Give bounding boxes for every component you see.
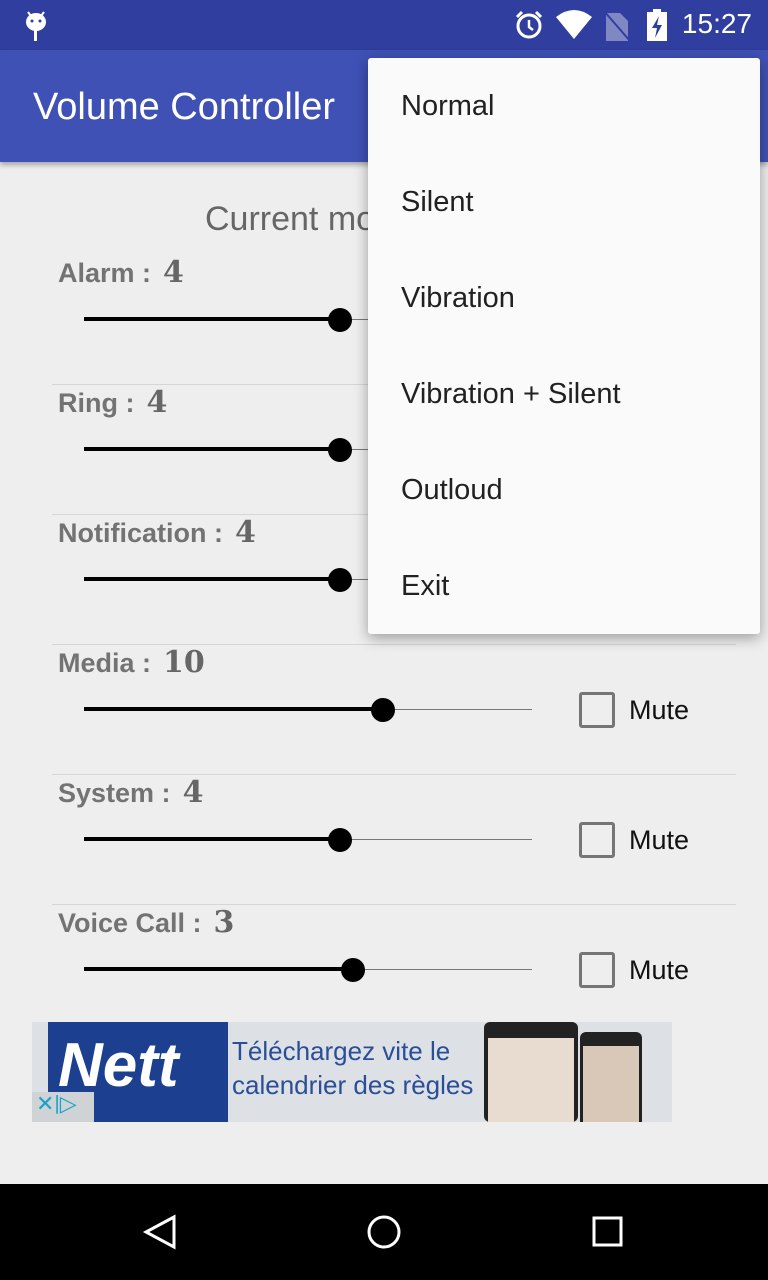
slider-fill	[84, 577, 340, 581]
stream-name: Alarm :	[58, 258, 152, 288]
slider-thumb[interactable]	[370, 698, 395, 722]
slider-fill	[84, 447, 340, 451]
volume-slider[interactable]	[84, 828, 532, 852]
mute-label: Mute	[629, 824, 690, 855]
stream-label: Notification : 4	[58, 515, 256, 550]
wifi-icon	[556, 10, 592, 39]
slider-fill	[84, 967, 353, 971]
slider-thumb[interactable]	[340, 958, 365, 982]
app-title: Volume Controller	[33, 86, 336, 128]
stream-label: Voice Call : 3	[58, 905, 234, 940]
back-icon[interactable]	[142, 1214, 178, 1250]
navigation-bar	[0, 1184, 768, 1280]
slider-thumb[interactable]	[328, 568, 352, 592]
clock: 15:27	[681, 8, 752, 39]
alarm-icon	[515, 10, 543, 39]
volume-slider[interactable]	[84, 698, 532, 722]
volume-row: Media : 10 Mute	[52, 645, 736, 775]
mute-label: Mute	[629, 694, 690, 725]
ad-phones-image	[484, 1022, 642, 1122]
menu-item-exit[interactable]: Exit	[368, 538, 760, 634]
mute-checkbox[interactable]: Mute	[579, 822, 689, 858]
overflow-menu: Normal Silent Vibration Vibration + Silent O…	[368, 58, 760, 634]
stream-value: 4	[234, 515, 256, 550]
slider-thumb[interactable]	[328, 308, 352, 332]
stream-value: 4	[146, 385, 168, 420]
stream-label: Media : 10	[58, 645, 205, 680]
mute-checkbox[interactable]: Mute	[579, 952, 689, 988]
slider-thumb[interactable]	[328, 828, 352, 852]
stream-name: Notification :	[58, 518, 223, 548]
menu-item-silent[interactable]: Silent	[368, 154, 760, 250]
ad-line-2: calendrier des règles	[232, 1070, 474, 1100]
volume-row: Voice Call : 3 Mute	[52, 905, 736, 1035]
slider-fill	[84, 837, 340, 841]
stream-value: 3	[213, 905, 235, 940]
menu-item-normal[interactable]: Normal	[368, 58, 760, 154]
stream-label: System : 4	[58, 775, 203, 810]
stream-value: 10	[163, 645, 205, 680]
recents-icon[interactable]	[592, 1216, 624, 1248]
ad-banner[interactable]: Nett Téléchargez vite le calendrier des r…	[32, 1022, 672, 1122]
slider-fill	[84, 317, 340, 321]
stream-label: Alarm : 4	[58, 255, 184, 290]
mute-label: Mute	[629, 954, 690, 985]
checkbox-box[interactable]	[579, 822, 615, 858]
battery-charging-icon	[647, 9, 667, 41]
android-debug-icon	[26, 11, 46, 41]
no-sim-icon	[604, 10, 630, 41]
home-icon[interactable]	[366, 1214, 402, 1250]
volume-slider[interactable]	[84, 958, 532, 982]
ad-line-1: Téléchargez vite le	[232, 1036, 451, 1066]
stream-label: Ring : 4	[58, 385, 167, 420]
slider-fill	[84, 707, 383, 711]
checkbox-box[interactable]	[579, 692, 615, 728]
menu-item-vibration-silent[interactable]: Vibration + Silent	[368, 346, 760, 442]
slider-thumb[interactable]	[328, 438, 352, 462]
menu-item-outloud[interactable]: Outloud	[368, 442, 760, 538]
stream-value: 4	[163, 255, 184, 290]
ad-text: Téléchargez vite le calendrier des règles	[232, 1034, 473, 1102]
stream-value: 4	[182, 775, 204, 810]
status-bar: 15:27	[0, 0, 768, 50]
menu-item-vibration[interactable]: Vibration	[368, 250, 760, 346]
mute-checkbox[interactable]: Mute	[579, 692, 689, 728]
stream-name: Ring :	[58, 388, 135, 418]
volume-row: System : 4 Mute	[52, 775, 736, 905]
stream-name: Media :	[58, 648, 152, 678]
checkbox-box[interactable]	[579, 952, 615, 988]
ad-choices-close-icon[interactable]: ✕|▷	[32, 1092, 94, 1122]
stream-name: Voice Call :	[58, 908, 202, 938]
stream-name: System :	[58, 778, 171, 808]
